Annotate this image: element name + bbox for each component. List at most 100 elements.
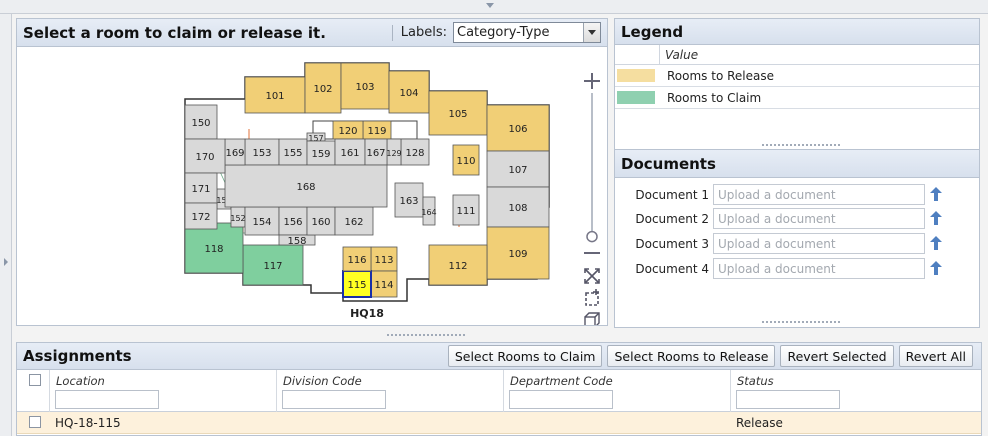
- room-116[interactable]: 116: [342, 246, 372, 272]
- room-102[interactable]: 102: [304, 62, 342, 114]
- row-checkbox[interactable]: [29, 416, 41, 428]
- room-label: 167: [366, 148, 385, 159]
- room-label: 171: [191, 184, 210, 195]
- table-row[interactable]: HQ-18-115 Release: [17, 412, 981, 434]
- room-158[interactable]: 158: [278, 234, 316, 247]
- expand-arrow-icon[interactable]: [4, 258, 8, 266]
- document-row-4: Document 4 Upload a document: [615, 258, 981, 280]
- column-header-division[interactable]: Division Code: [283, 374, 362, 388]
- revert-all-button[interactable]: Revert All: [898, 345, 973, 367]
- room-110[interactable]: 110: [452, 144, 480, 176]
- select-rooms-to-claim-button[interactable]: Select Rooms to Claim: [447, 345, 603, 367]
- room-111[interactable]: 111: [452, 194, 480, 226]
- legend-resize-grip[interactable]: [761, 143, 841, 147]
- room-108[interactable]: 108: [486, 186, 550, 228]
- document-upload-field[interactable]: Upload a document: [713, 184, 925, 205]
- room-label: 105: [448, 109, 467, 120]
- room-169[interactable]: 169: [224, 138, 246, 166]
- select-all-checkbox[interactable]: [29, 374, 41, 386]
- room-label: 110: [456, 156, 475, 167]
- room-118[interactable]: 118: [184, 222, 244, 274]
- room-120[interactable]: 120: [332, 120, 364, 140]
- room-117[interactable]: 117: [242, 244, 304, 286]
- room-112[interactable]: 112: [428, 244, 488, 286]
- room-label: 154: [252, 217, 271, 228]
- room-162[interactable]: 162: [334, 206, 374, 236]
- room-172[interactable]: 172: [184, 202, 218, 230]
- upload-arrow-icon[interactable]: [929, 235, 943, 251]
- revert-selected-button[interactable]: Revert Selected: [780, 345, 894, 367]
- room-168[interactable]: 168: [224, 164, 388, 208]
- room-109[interactable]: 109: [486, 226, 550, 280]
- room-160[interactable]: 160: [306, 206, 336, 236]
- room-label: 106: [508, 124, 527, 135]
- legend-item: Rooms to Release: [615, 65, 979, 87]
- department-filter-input[interactable]: [509, 390, 613, 409]
- room-101[interactable]: 101: [244, 76, 306, 114]
- select-rooms-to-release-button[interactable]: Select Rooms to Release: [607, 345, 776, 367]
- document-upload-field[interactable]: Upload a document: [713, 233, 925, 254]
- room-103[interactable]: 103: [340, 62, 390, 110]
- column-header-location[interactable]: Location: [56, 374, 105, 388]
- documents-title: Documents: [615, 150, 979, 178]
- room-119[interactable]: 119: [362, 120, 392, 140]
- top-collapse-strip[interactable]: [0, 0, 988, 14]
- room-163[interactable]: 163: [394, 182, 424, 218]
- room-167[interactable]: 167: [364, 138, 388, 166]
- room-label: 128: [405, 148, 424, 159]
- room-114[interactable]: 114: [370, 270, 398, 298]
- room-label: 109: [508, 249, 527, 260]
- division-filter-input[interactable]: [282, 390, 386, 409]
- room-155[interactable]: 155: [278, 138, 308, 166]
- fit-extent-icon[interactable]: [584, 268, 600, 284]
- 3d-view-icon[interactable]: [584, 312, 600, 328]
- document-upload-field[interactable]: Upload a document: [713, 258, 925, 279]
- room-171[interactable]: 171: [184, 172, 218, 204]
- room-106[interactable]: 106: [486, 104, 550, 152]
- zoom-slider-handle[interactable]: [586, 230, 598, 243]
- room-161[interactable]: 161: [334, 138, 366, 166]
- room-153[interactable]: 153: [244, 138, 280, 166]
- column-location: Location: [49, 370, 277, 412]
- left-collapse-strip[interactable]: [0, 14, 12, 436]
- room-label: 119: [367, 126, 386, 137]
- column-header-status[interactable]: Status: [737, 374, 774, 388]
- horizontal-resize-grip[interactable]: [386, 333, 466, 337]
- room-164[interactable]: 164: [421, 196, 437, 226]
- chevron-down-icon[interactable]: [583, 23, 600, 42]
- document-label: Document 4: [635, 262, 709, 276]
- room-label: 169: [225, 148, 244, 159]
- documents-resize-grip[interactable]: [761, 320, 841, 324]
- select-area-icon[interactable]: [585, 289, 599, 306]
- column-header-department[interactable]: Department Code: [510, 374, 613, 388]
- room-label: 112: [448, 261, 467, 272]
- upload-arrow-icon[interactable]: [929, 260, 943, 276]
- room-115[interactable]: 115: [342, 270, 372, 298]
- room-113[interactable]: 113: [370, 246, 398, 272]
- room-104[interactable]: 104: [388, 70, 430, 114]
- room-105[interactable]: 105: [428, 90, 488, 136]
- document-upload-field[interactable]: Upload a document: [713, 208, 925, 229]
- assignments-toolbar: Select Rooms to Claim Select Rooms to Re…: [447, 345, 975, 367]
- room-154[interactable]: 154: [244, 206, 280, 236]
- zoom-in-icon[interactable]: [584, 73, 600, 89]
- room-150[interactable]: 150: [184, 104, 218, 140]
- room-156[interactable]: 156: [278, 206, 308, 236]
- room-170[interactable]: 170: [184, 138, 226, 174]
- room-107[interactable]: 107: [486, 150, 550, 188]
- upload-arrow-icon[interactable]: [929, 186, 943, 202]
- room-129[interactable]: 129: [386, 138, 402, 166]
- room-152[interactable]: 152: [230, 206, 246, 228]
- status-filter-input[interactable]: [736, 390, 840, 409]
- documents-panel: Documents Document 1 Upload a document D…: [614, 150, 980, 328]
- location-filter-input[interactable]: [55, 390, 159, 409]
- collapse-arrow-icon[interactable]: [486, 3, 494, 8]
- room-128[interactable]: 128: [400, 138, 430, 166]
- labels-dropdown[interactable]: Category-Type: [453, 22, 601, 43]
- room-label: 160: [311, 217, 330, 228]
- room-label: 159: [311, 149, 330, 160]
- room-label: 150: [191, 118, 210, 129]
- upload-arrow-icon[interactable]: [929, 210, 943, 226]
- floor-plan-canvas[interactable]: 101 102 103 104 105 106 107 108 109 110 111 112 113 1…: [17, 47, 607, 328]
- room-159[interactable]: 159: [306, 140, 336, 166]
